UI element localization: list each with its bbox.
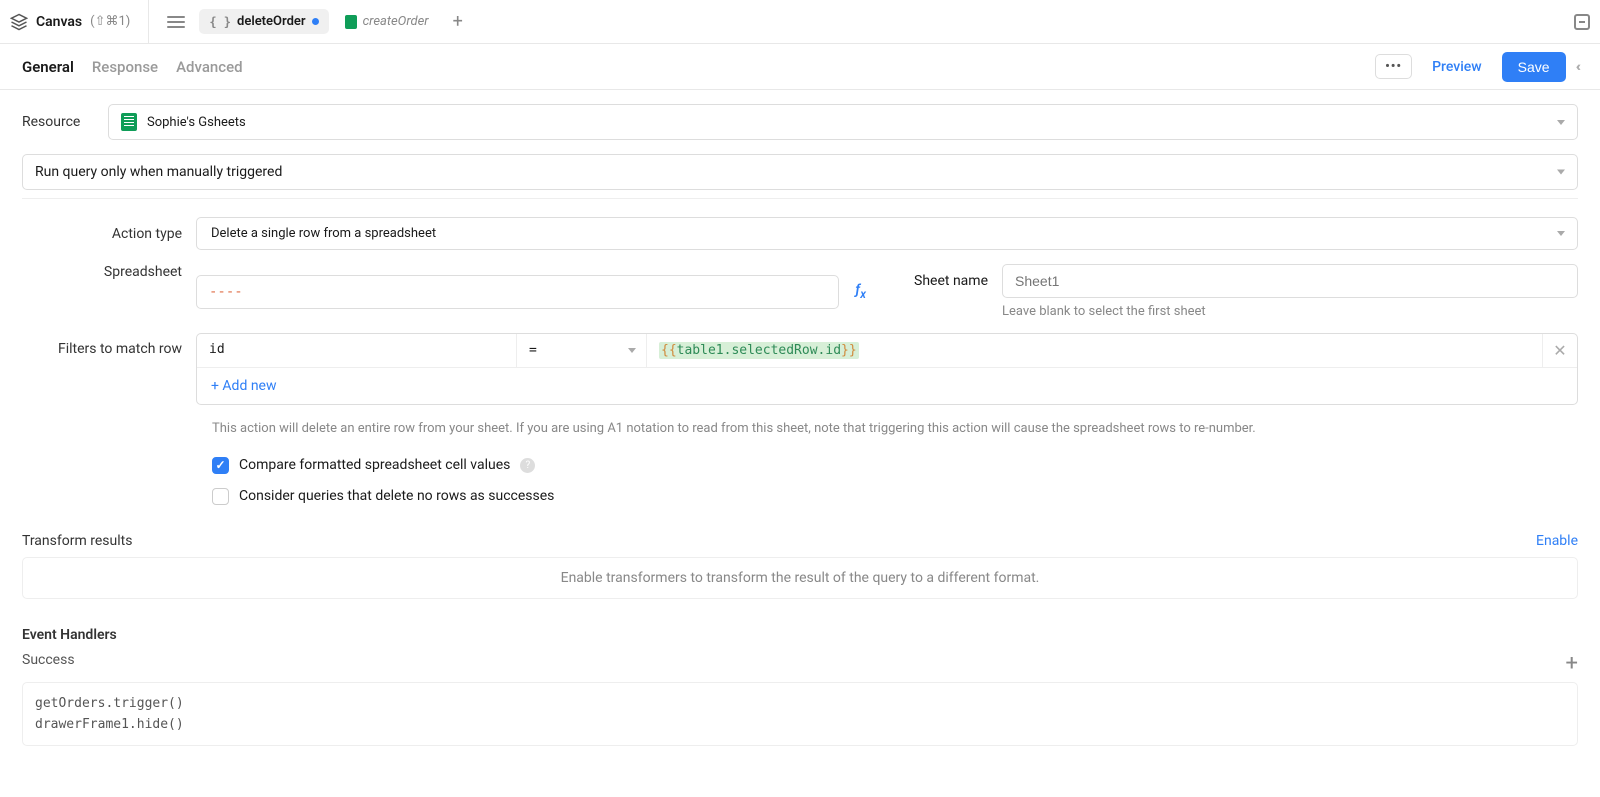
filter-key-input[interactable]: id: [197, 334, 517, 367]
collapse-icon[interactable]: ‹‹: [1576, 59, 1578, 75]
filters-row: Filters to match row id = {{table1.selec…: [22, 333, 1578, 405]
top-bar: Canvas (⇧⌘1) { } deleteOrder createOrder…: [0, 0, 1600, 44]
filters-label: Filters to match row: [22, 333, 182, 357]
canvas-section[interactable]: Canvas (⇧⌘1): [10, 0, 149, 44]
sheet-name-label: Sheet name: [902, 273, 988, 289]
filter-value-input[interactable]: {{table1.selectedRow.id}}: [647, 334, 1543, 367]
subnav-tabs: General Response Advanced: [22, 58, 243, 76]
run-mode-select[interactable]: Run query only when manually triggered: [22, 154, 1578, 190]
sheet-icon: [345, 15, 357, 29]
run-mode-value: Run query only when manually triggered: [35, 164, 282, 180]
canvas-label: Canvas: [36, 14, 82, 30]
handlers-box[interactable]: getOrders.trigger() drawerFrame1.hide(): [22, 682, 1578, 746]
events-header: Event Handlers: [22, 627, 1578, 643]
add-tab-button[interactable]: +: [445, 11, 471, 32]
tabs-section: { } deleteOrder createOrder +: [149, 9, 470, 34]
handler-line: drawerFrame1.hide(): [35, 714, 1565, 735]
code-braces-icon: { }: [209, 15, 231, 29]
sheet-name-hint: Leave blank to select the first sheet: [1002, 304, 1578, 319]
subnav-right: ••• Preview Save ‹‹: [1375, 52, 1578, 82]
sheet-name-input[interactable]: [1002, 264, 1578, 298]
transform-hint: Enable transformers to transform the res…: [561, 570, 1040, 586]
fx-button[interactable]: ƒx: [849, 282, 872, 301]
spreadsheet-label: Spreadsheet: [22, 264, 182, 280]
compare-check-row: Compare formatted spreadsheet cell value…: [212, 457, 1578, 474]
spreadsheet-input[interactable]: ----: [196, 275, 839, 309]
save-button[interactable]: Save: [1502, 52, 1566, 82]
tab-label: deleteOrder: [237, 14, 306, 29]
filter-operator-select[interactable]: =: [517, 334, 647, 367]
events-title: Event Handlers: [22, 627, 117, 643]
transform-header: Transform results Enable: [22, 533, 1578, 549]
enable-transform-button[interactable]: Enable: [1536, 533, 1578, 549]
divider: [22, 198, 1578, 199]
consider-checkbox[interactable]: [212, 488, 229, 505]
tab-label: createOrder: [363, 14, 429, 29]
success-label: Success: [22, 652, 75, 668]
transform-hint-box: Enable transformers to transform the res…: [22, 557, 1578, 599]
hamburger-icon[interactable]: [167, 16, 185, 28]
compare-checkbox[interactable]: [212, 457, 229, 474]
action-type-value: Delete a single row from a spreadsheet: [211, 226, 436, 241]
content-area: Resource Sophie's Gsheets Run query only…: [0, 90, 1600, 760]
action-type-select[interactable]: Delete a single row from a spreadsheet: [196, 217, 1578, 250]
resource-label: Resource: [22, 114, 94, 130]
help-icon[interactable]: ?: [520, 458, 535, 473]
handler-line: getOrders.trigger(): [35, 693, 1565, 714]
filter-note: This action will delete an entire row fr…: [212, 419, 1532, 439]
consider-label: Consider queries that delete no rows as …: [239, 488, 554, 504]
add-handler-button[interactable]: +: [1566, 651, 1578, 676]
delete-filter-button[interactable]: ✕: [1543, 334, 1577, 367]
subnav-general[interactable]: General: [22, 58, 74, 76]
canvas-shortcut: (⇧⌘1): [90, 14, 130, 29]
add-filter-button[interactable]: + Add new: [197, 368, 1577, 404]
preview-button[interactable]: Preview: [1422, 53, 1492, 81]
unsaved-dot-icon: [312, 18, 319, 25]
gsheets-icon: [121, 113, 137, 131]
tab-createorder[interactable]: createOrder: [335, 9, 439, 34]
topbar-right: [1574, 14, 1590, 30]
sub-nav: General Response Advanced ••• Preview Sa…: [0, 44, 1600, 90]
more-options-button[interactable]: •••: [1375, 54, 1412, 79]
filter-rule: id = {{table1.selectedRow.id}} ✕: [197, 334, 1577, 368]
resource-row: Resource Sophie's Gsheets: [22, 104, 1578, 140]
template-expression: {{table1.selectedRow.id}}: [659, 342, 859, 359]
action-type-label: Action type: [22, 226, 182, 242]
filter-group: id = {{table1.selectedRow.id}} ✕ + Add n…: [196, 333, 1578, 405]
transform-title: Transform results: [22, 533, 132, 549]
action-type-row: Action type Delete a single row from a s…: [22, 217, 1578, 250]
minimize-icon[interactable]: [1574, 14, 1590, 30]
tab-deleteorder[interactable]: { } deleteOrder: [199, 9, 328, 34]
layers-icon: [10, 13, 28, 31]
resource-value: Sophie's Gsheets: [147, 115, 246, 130]
subnav-response[interactable]: Response: [92, 58, 158, 76]
spreadsheet-row: Spreadsheet ---- ƒx Sheet name Leave bla…: [22, 264, 1578, 319]
subnav-advanced[interactable]: Advanced: [176, 58, 242, 76]
compare-label: Compare formatted spreadsheet cell value…: [239, 457, 510, 473]
consider-check-row: Consider queries that delete no rows as …: [212, 488, 1578, 505]
resource-select[interactable]: Sophie's Gsheets: [108, 104, 1578, 140]
